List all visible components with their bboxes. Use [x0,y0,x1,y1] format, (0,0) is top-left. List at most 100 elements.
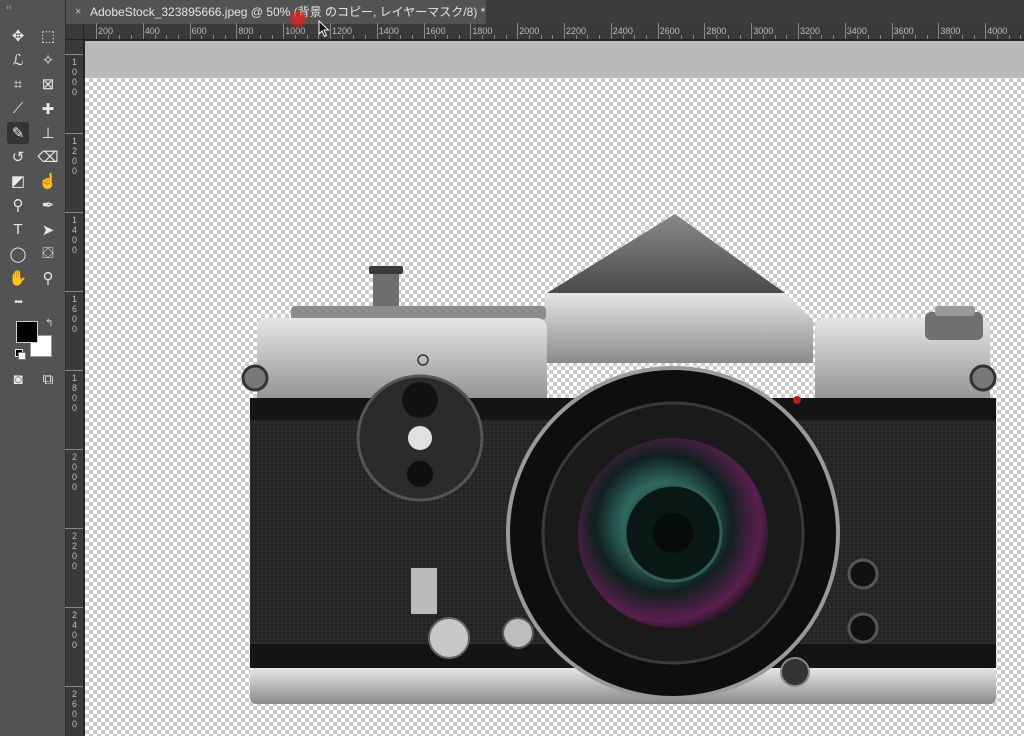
clone-stamp-icon[interactable]: ⊥ [37,122,59,144]
ruler-minor-tick [727,35,729,39]
dodge-tool-icon[interactable]: ⚲ [7,194,29,216]
hand-tool-icon[interactable]: ✋ [7,267,29,289]
ruler-major-tick [65,291,83,292]
quick-mask-icon[interactable]: ◙ [7,369,29,391]
smudge-tool-icon[interactable]: ☝ [37,170,59,192]
document-tab[interactable]: × AdobeStock_323895666.jpeg @ 50% (背景 のコ… [66,0,486,24]
rectangular-marquee-icon[interactable]: ⬚ [37,25,59,47]
ruler-label: 400 [144,26,160,36]
ruler-major-tick [65,370,83,371]
ruler-major-tick [65,212,83,213]
ruler-minor-tick [306,35,308,39]
ruler-origin[interactable] [66,24,84,40]
close-tab-icon[interactable]: × [75,0,81,24]
history-brush-icon[interactable]: ↺ [7,146,29,168]
foreground-color-swatch[interactable] [16,321,38,343]
ruler-label: 1000 [71,57,77,97]
ruler-major-tick [236,23,238,39]
ruler-minor-tick [645,35,647,39]
mouse-cursor-icon [318,20,330,38]
eyedropper-icon[interactable]: ⟋ [7,98,29,120]
healing-brush-icon[interactable]: ✚ [37,98,59,120]
ruler-major-tick [65,54,83,55]
type-tool-icon[interactable]: T [7,219,29,241]
ruler-label: 3400 [846,26,867,36]
ruler-minor-tick [131,35,133,39]
ruler-minor-tick [365,35,367,39]
brush-tool-icon[interactable]: ✎ [7,121,29,144]
path-selection-icon[interactable]: ➤ [37,219,59,241]
ruler-minor-tick [353,35,355,39]
ruler-minor-tick [833,35,835,39]
ruler-minor-tick [447,35,448,39]
ruler-label: 2200 [566,26,587,36]
gradient-tool-icon[interactable]: ◩ [7,170,29,192]
ruler-minor-tick [587,35,589,39]
ruler-major-tick [517,23,519,39]
ruler-major-tick [985,23,987,39]
paint-bucket-icon[interactable]: ⛋ [37,243,59,265]
ruler-label: 800 [238,26,254,36]
ruler-major-tick [376,23,378,39]
ruler-label: 1800 [71,373,77,413]
ruler-label: 1400 [71,215,77,255]
ruler-minor-tick [634,35,636,39]
ruler-label: 3000 [753,26,774,36]
ruler-minor-tick [786,35,788,39]
ruler-minor-tick [493,35,495,39]
ruler-major-tick [65,686,83,687]
ruler-major-tick [751,23,753,39]
ruler-minor-tick [552,35,554,39]
ruler-minor-tick [213,35,214,39]
frame-tool-icon[interactable]: ⊠ [37,73,59,95]
document-canvas[interactable] [85,78,1024,736]
default-colors-icon[interactable] [15,349,26,360]
ruler-major-tick [96,23,97,39]
ruler-minor-tick [915,35,916,39]
ruler-label: 1600 [71,294,77,334]
ruler-minor-tick [599,35,601,39]
ruler-major-tick [65,133,83,134]
tools-panel: ‹‹ ✥ ⬚ ℒ ✧ ⌗ ⊠ ⟋ ✚ ✎ ⊥ ↺ ⌫ ◩ ☝ ⚲ ✒ T ➤ ◯ ⛋ ✋ ⚲ ••• ◙ ⧉ ↰ [0,0,66,736]
ruler-major-tick [564,23,565,39]
pasteboard [85,41,1024,78]
pen-tool-icon[interactable]: ✒ [37,194,59,216]
magic-wand-icon[interactable]: ✧ [37,49,59,71]
ruler-label: 1200 [332,26,353,36]
ruler-minor-tick [1008,35,1010,39]
ruler-label: 2800 [706,26,727,36]
click-highlight [288,9,308,29]
ruler-major-tick [65,449,83,450]
eraser-tool-icon[interactable]: ⌫ [37,146,59,168]
ellipse-tool-icon[interactable]: ◯ [7,243,29,265]
screen-mode-icon[interactable]: ⧉ [37,369,59,391]
ruler-minor-tick [868,35,870,39]
ruler-major-tick [65,528,83,529]
ruler-minor-tick [821,35,823,39]
move-tool-icon[interactable]: ✥ [7,25,29,47]
ruler-major-tick [142,23,144,39]
vertical-ruler[interactable]: 1000 1200 1400 1600 1800 2000 2200 2400 2600 [65,40,84,736]
horizontal-ruler[interactable]: 200 400 600 800 1000 1200 1400 1600 1800 2000 2200… [84,23,1024,40]
ruler-minor-tick [926,35,928,39]
ruler-major-tick [891,23,893,39]
ruler-label: 1400 [378,26,399,36]
zoom-tool-icon[interactable]: ⚲ [37,267,59,289]
ruler-label: 2000 [71,452,77,492]
lasso-tool-icon[interactable]: ℒ [7,49,29,71]
ruler-minor-tick [224,35,226,39]
ruler-label: 2600 [71,689,77,729]
ruler-label: 1200 [71,136,77,176]
swap-colors-icon[interactable]: ↰ [45,318,53,329]
crop-tool-icon[interactable]: ⌗ [7,73,29,95]
ruler-minor-tick [166,35,168,39]
ruler-minor-tick [540,35,542,39]
ruler-minor-tick [119,35,121,39]
ruler-major-tick [423,23,425,39]
panel-grip[interactable]: ‹‹ [6,2,12,12]
ruler-major-tick [189,23,191,39]
ruler-major-tick [470,23,472,39]
ruler-minor-tick [681,35,682,39]
ruler-label: 600 [191,26,207,36]
more-tools-icon[interactable]: ••• [7,291,29,313]
